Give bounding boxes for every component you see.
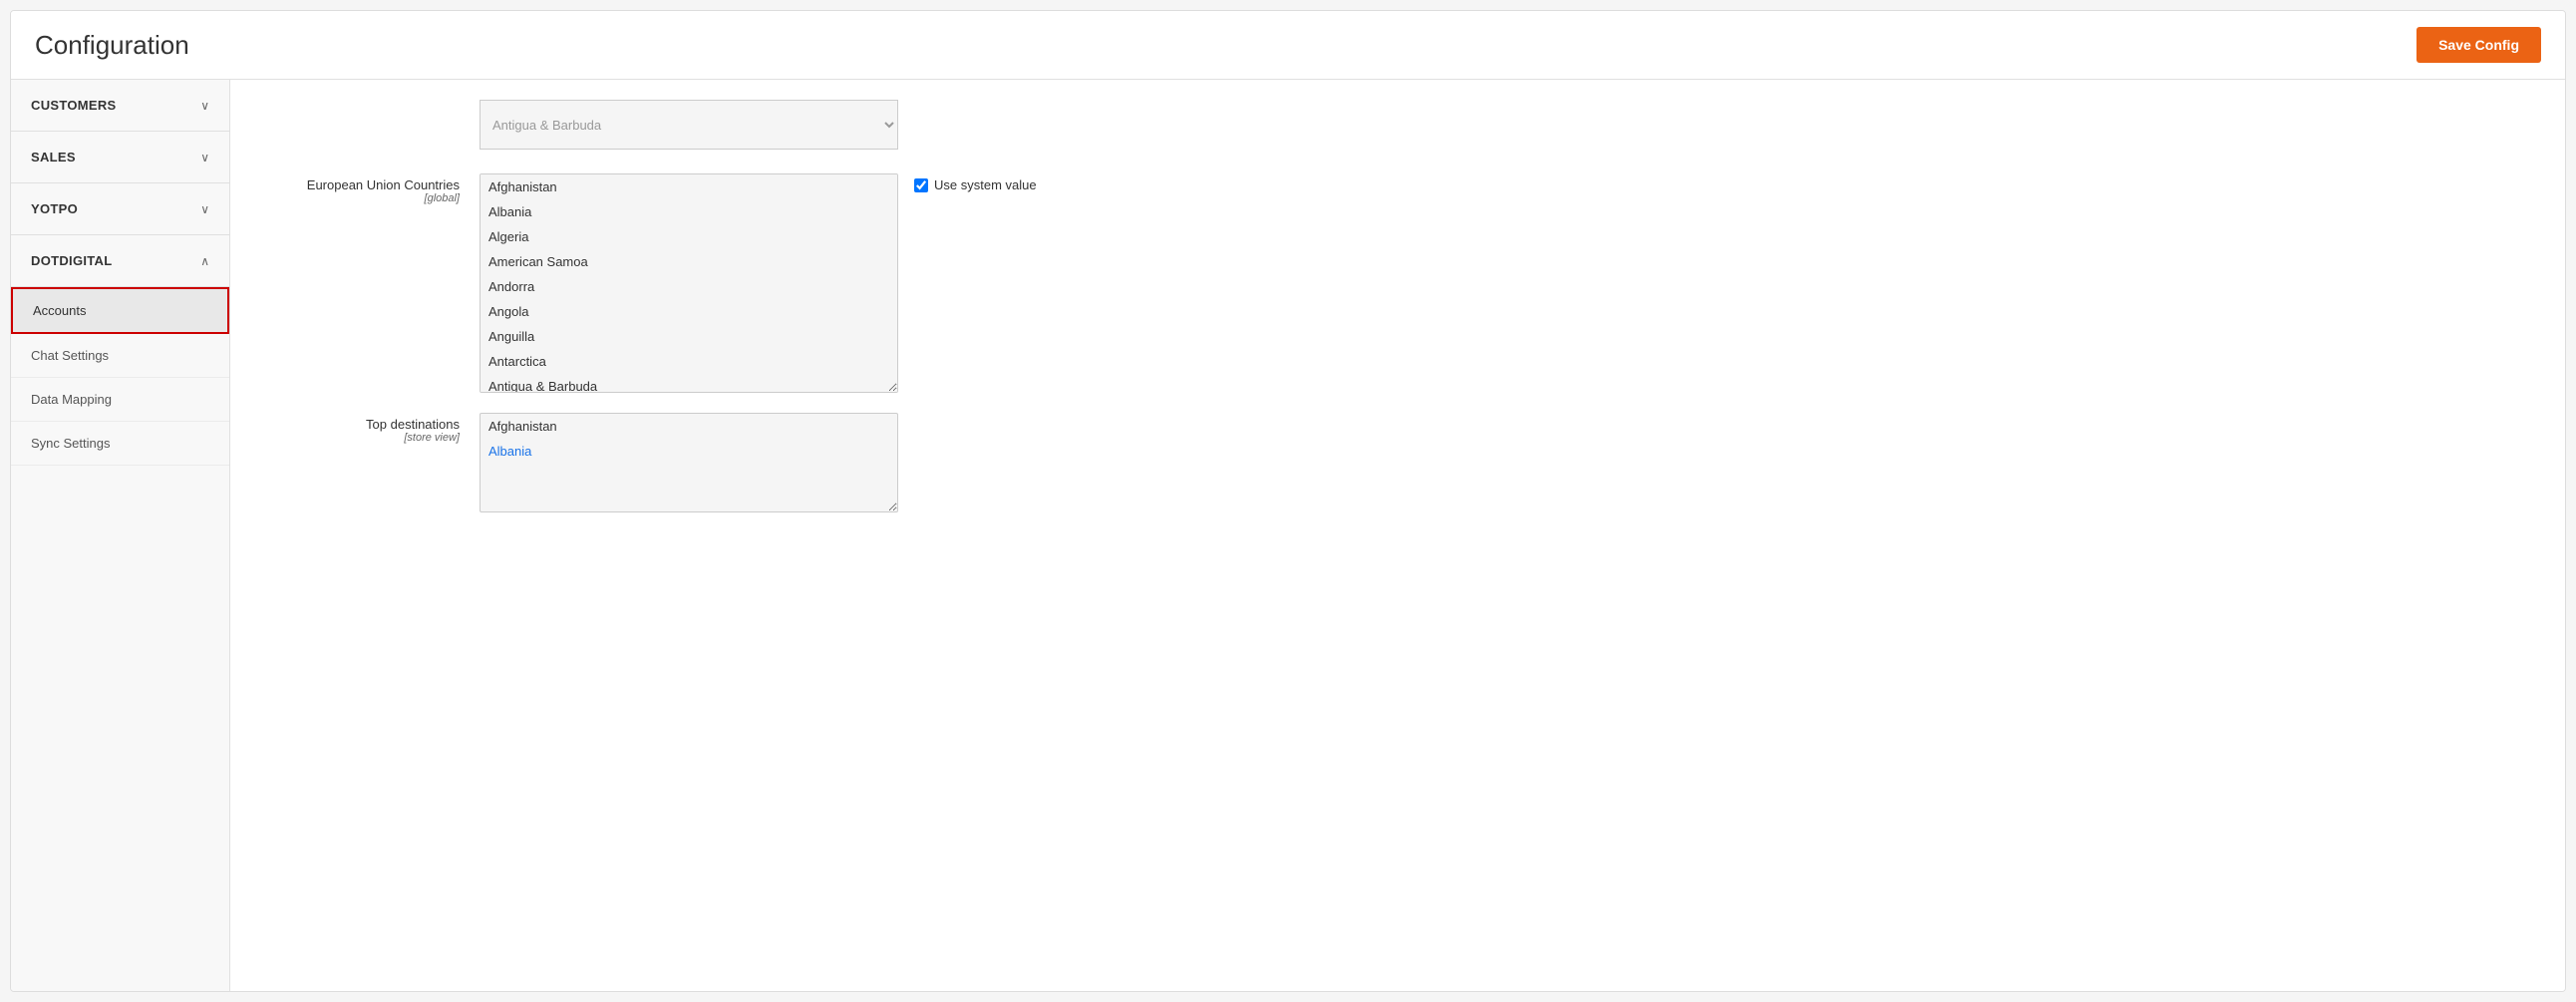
use-system-value-checkbox[interactable] xyxy=(914,178,928,192)
sidebar-item-sync-settings[interactable]: Sync Settings xyxy=(11,422,229,466)
sidebar-item-chat-settings[interactable]: Chat Settings xyxy=(11,334,229,378)
sidebar-item-accounts[interactable]: Accounts xyxy=(11,287,229,334)
top-destinations-select[interactable]: Afghanistan Albania xyxy=(480,413,898,512)
eu-option-anguilla: Anguilla xyxy=(481,324,897,349)
page-wrapper: Configuration Save Config CUSTOMERS ∨ SA… xyxy=(10,10,2566,992)
sidebar-section-customers[interactable]: CUSTOMERS ∨ xyxy=(11,80,229,132)
customers-chevron-icon: ∨ xyxy=(200,99,209,113)
eu-countries-options: Afghanistan Albania Algeria American Sam… xyxy=(480,173,2535,393)
sidebar-section-customers-label: CUSTOMERS xyxy=(31,98,117,113)
top-destinations-field: Top destinations [store view] Afghanista… xyxy=(260,413,2535,512)
page-title: Configuration xyxy=(35,30,189,61)
use-system-value-label[interactable]: Use system value xyxy=(914,177,1037,192)
eu-option-albania: Albania xyxy=(481,199,897,224)
sidebar: CUSTOMERS ∨ SALES ∨ YOTPO ∨ DOTDIGITAL ∧… xyxy=(11,80,230,991)
eu-option-antarctica: Antarctica xyxy=(481,349,897,374)
sidebar-section-yotpo[interactable]: YOTPO ∨ xyxy=(11,183,229,235)
eu-option-angola: Angola xyxy=(481,299,897,324)
eu-countries-label: European Union Countries [global] xyxy=(260,173,480,204)
eu-countries-select[interactable]: Afghanistan Albania Algeria American Sam… xyxy=(480,173,898,393)
sidebar-section-dotdigital[interactable]: DOTDIGITAL ∧ xyxy=(11,235,229,287)
eu-option-afghanistan: Afghanistan xyxy=(481,174,897,199)
top-country-options: Antigua & Barbuda Argentina xyxy=(480,100,2535,150)
sidebar-section-sales[interactable]: SALES ∨ xyxy=(11,132,229,183)
content-area: CUSTOMERS ∨ SALES ∨ YOTPO ∨ DOTDIGITAL ∧… xyxy=(11,80,2565,991)
yotpo-chevron-icon: ∨ xyxy=(200,202,209,216)
sidebar-item-data-mapping[interactable]: Data Mapping xyxy=(11,378,229,422)
eu-option-american-samoa: American Samoa xyxy=(481,249,897,274)
dest-option-afghanistan: Afghanistan xyxy=(481,414,897,439)
page-header: Configuration Save Config xyxy=(11,11,2565,80)
dotdigital-chevron-icon: ∧ xyxy=(200,254,209,268)
sales-chevron-icon: ∨ xyxy=(200,151,209,165)
top-country-label xyxy=(260,100,480,104)
top-destinations-options: Afghanistan Albania xyxy=(480,413,2535,512)
top-country-field: Antigua & Barbuda Argentina xyxy=(260,100,2535,150)
sidebar-section-yotpo-label: YOTPO xyxy=(31,201,78,216)
dest-option-albania: Albania xyxy=(481,439,897,464)
main-content: Antigua & Barbuda Argentina European Uni… xyxy=(230,80,2565,991)
sidebar-section-dotdigital-label: DOTDIGITAL xyxy=(31,253,112,268)
use-system-value-text: Use system value xyxy=(934,177,1037,192)
top-destinations-label: Top destinations [store view] xyxy=(260,413,480,444)
save-config-button[interactable]: Save Config xyxy=(2416,27,2541,63)
eu-option-algeria: Algeria xyxy=(481,224,897,249)
sidebar-section-sales-label: SALES xyxy=(31,150,76,165)
eu-countries-field: European Union Countries [global] Afghan… xyxy=(260,173,2535,393)
eu-option-andorra: Andorra xyxy=(481,274,897,299)
top-country-select[interactable]: Antigua & Barbuda Argentina xyxy=(480,100,898,150)
eu-option-antigua: Antigua & Barbuda xyxy=(481,374,897,393)
